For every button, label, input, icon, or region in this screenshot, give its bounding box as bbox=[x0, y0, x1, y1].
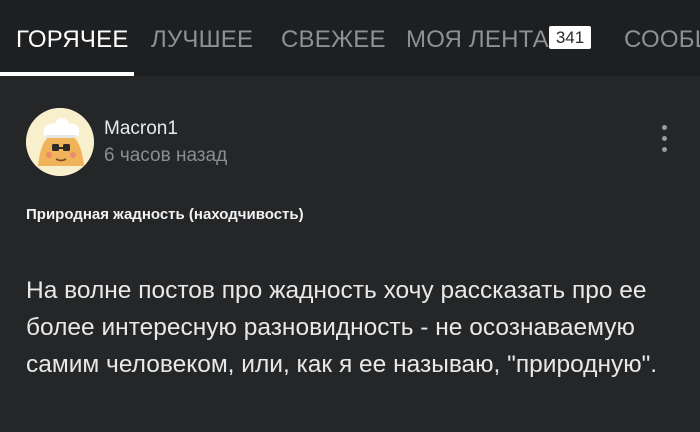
tab-my-feed[interactable]: МОЯ ЛЕНТА bbox=[406, 26, 549, 54]
post-title[interactable]: Природная жадность (находчивость) bbox=[26, 206, 304, 223]
more-vertical-icon[interactable] bbox=[656, 124, 672, 156]
my-feed-count-badge: 341 bbox=[549, 26, 591, 49]
post-card: Macron1 6 часов назад Природная жадность… bbox=[0, 76, 700, 432]
dot bbox=[662, 136, 667, 141]
dot bbox=[662, 147, 667, 152]
tab-communities[interactable]: СООБЩ bbox=[624, 26, 700, 54]
dot bbox=[662, 125, 667, 130]
post-time: 6 часов назад bbox=[104, 145, 228, 166]
tab-best[interactable]: ЛУЧШЕЕ bbox=[151, 26, 253, 54]
tab-hot[interactable]: ГОРЯЧЕЕ bbox=[16, 26, 129, 54]
top-navigation: ГОРЯЧЕЕ ЛУЧШЕЕ СВЕЖЕЕ МОЯ ЛЕНТА 341 СООБ… bbox=[0, 0, 700, 76]
chef-avatar-icon[interactable] bbox=[26, 108, 94, 176]
tab-fresh[interactable]: СВЕЖЕЕ bbox=[281, 26, 386, 54]
avatar-illustration bbox=[26, 108, 94, 176]
post-body: На волне постов про жадность хочу расска… bbox=[26, 277, 658, 378]
author-name[interactable]: Macron1 bbox=[104, 118, 178, 140]
